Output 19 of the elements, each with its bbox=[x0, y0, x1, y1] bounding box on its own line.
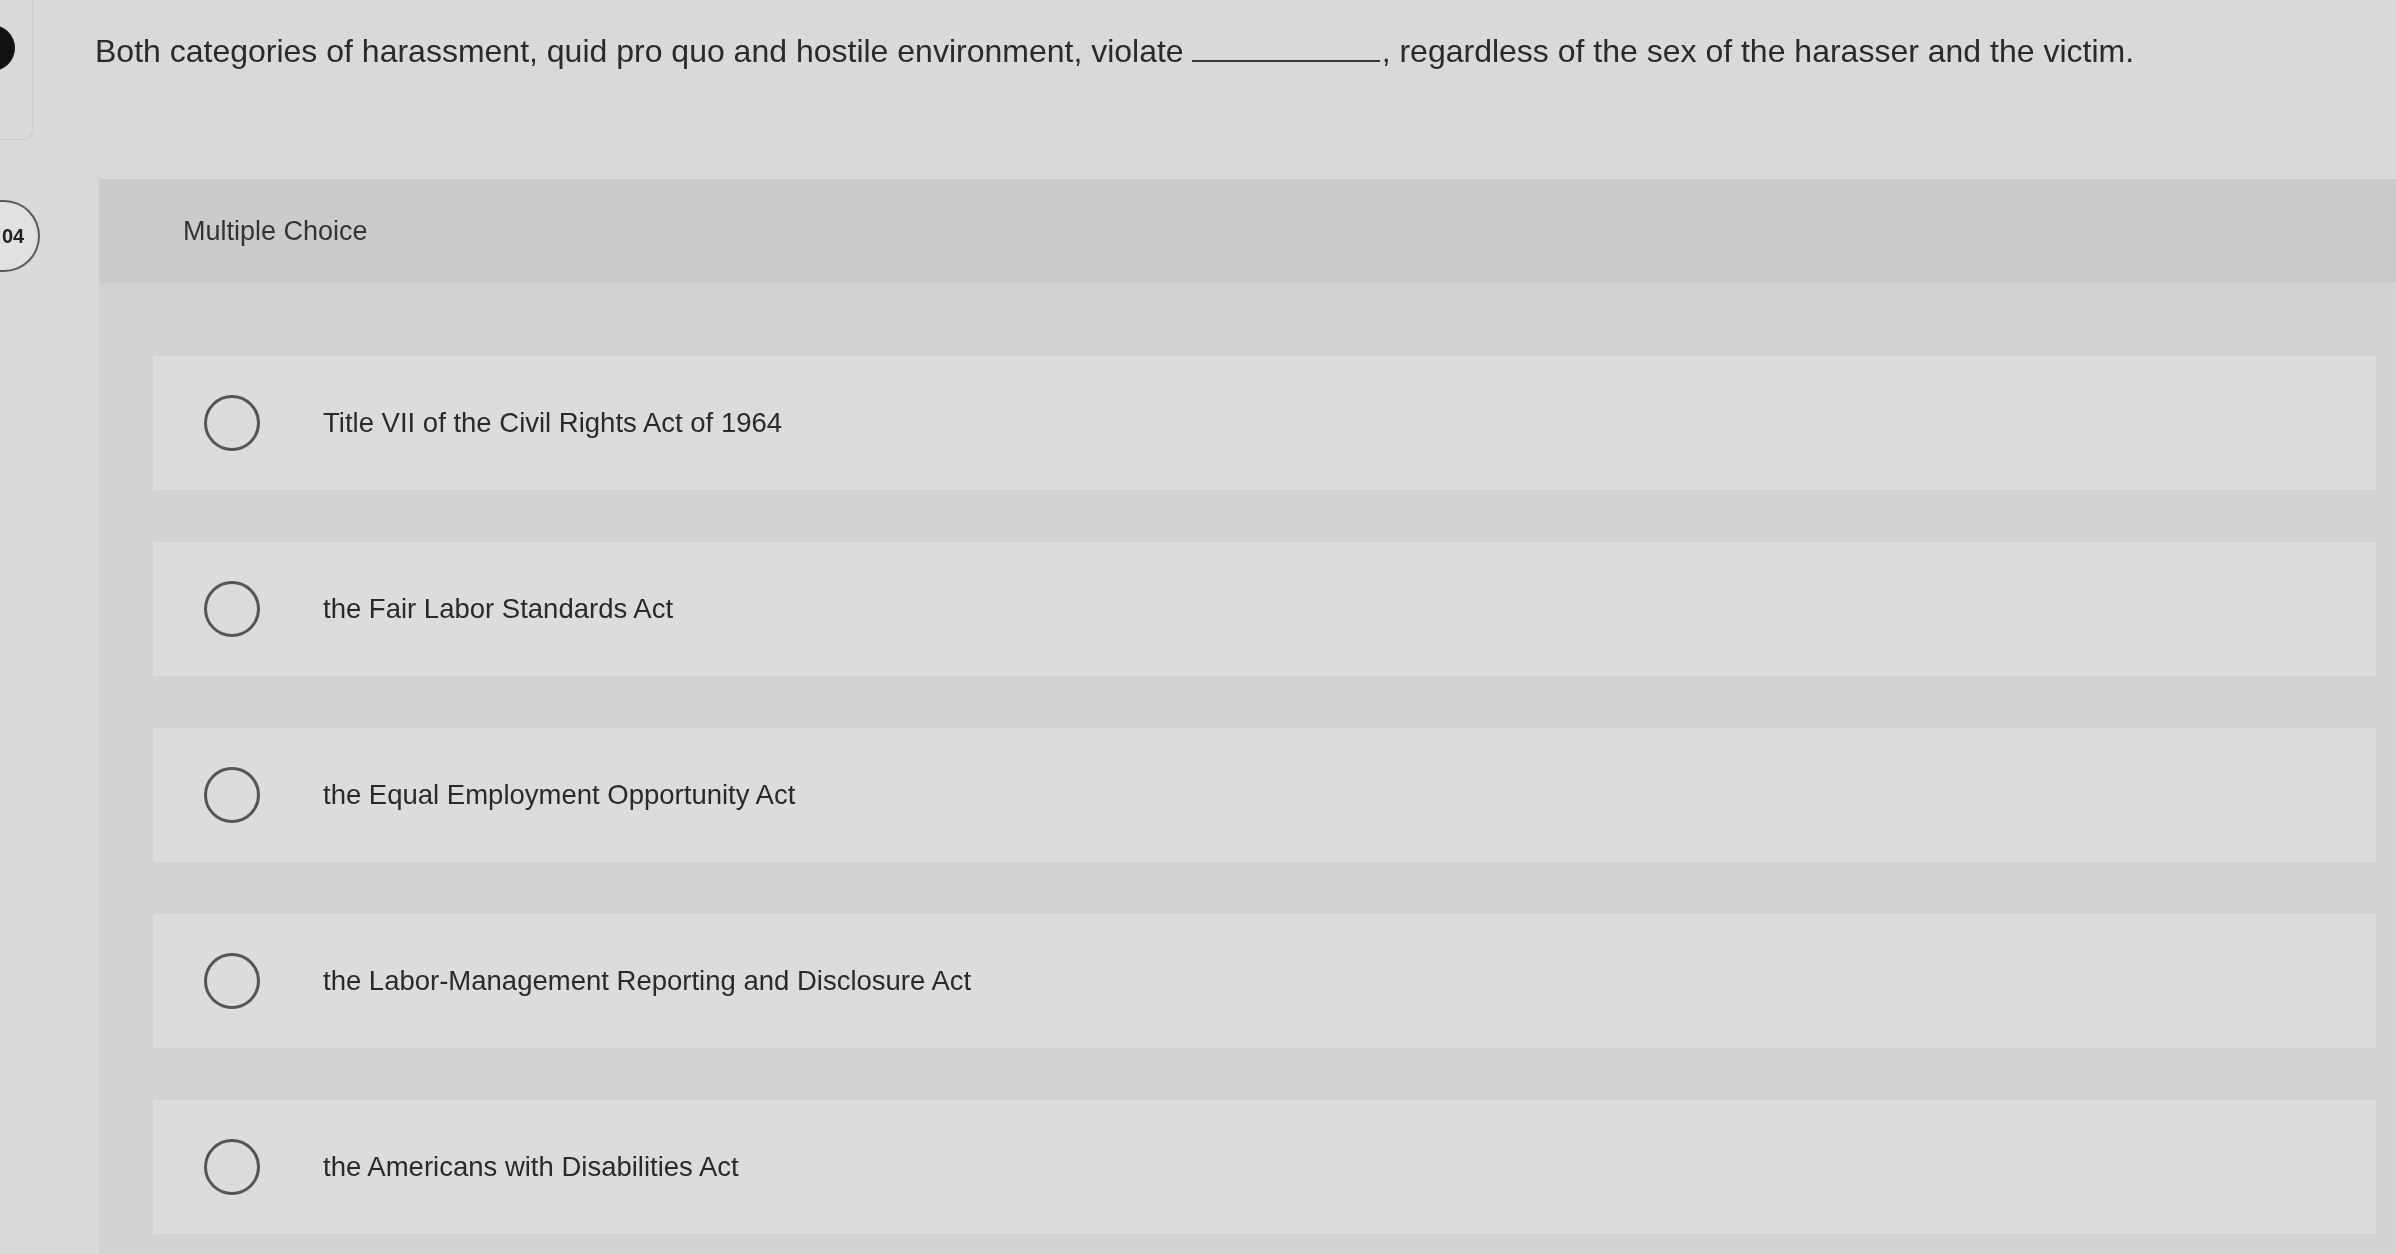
option-text: the Equal Employment Opportunity Act bbox=[323, 779, 796, 811]
answer-option[interactable]: the Americans with Disabilities Act bbox=[153, 1100, 2376, 1234]
option-text: the Labor-Management Reporting and Disclosure Act bbox=[323, 965, 972, 997]
question-text: , regardless of the sex of the harasser and the victim. bbox=[1381, 33, 2135, 70]
option-text: the Fair Labor Standards Act bbox=[323, 593, 674, 625]
question-text: Both categories of harassment, quid pro quo and hostile environment, violate bbox=[95, 33, 1184, 70]
radio-button[interactable] bbox=[204, 767, 260, 823]
answer-option[interactable]: Title VII of the Civil Rights Act of 1964 bbox=[153, 356, 2376, 490]
option-text: Title VII of the Civil Rights Act of 1964 bbox=[323, 407, 783, 439]
radio-button[interactable] bbox=[204, 1139, 260, 1195]
question-type-label: Multiple Choice bbox=[183, 215, 368, 247]
radio-button[interactable] bbox=[204, 953, 260, 1009]
answer-option[interactable]: the Fair Labor Standards Act bbox=[153, 542, 2376, 676]
answer-option[interactable]: the Labor-Management Reporting and Disclosure Act bbox=[153, 914, 2376, 1048]
answer-option[interactable]: the Equal Employment Opportunity Act bbox=[153, 728, 2376, 862]
radio-button[interactable] bbox=[204, 395, 260, 451]
question-number: 04 bbox=[0, 200, 40, 272]
option-text: the Americans with Disabilities Act bbox=[323, 1151, 739, 1183]
radio-button[interactable] bbox=[204, 581, 260, 637]
